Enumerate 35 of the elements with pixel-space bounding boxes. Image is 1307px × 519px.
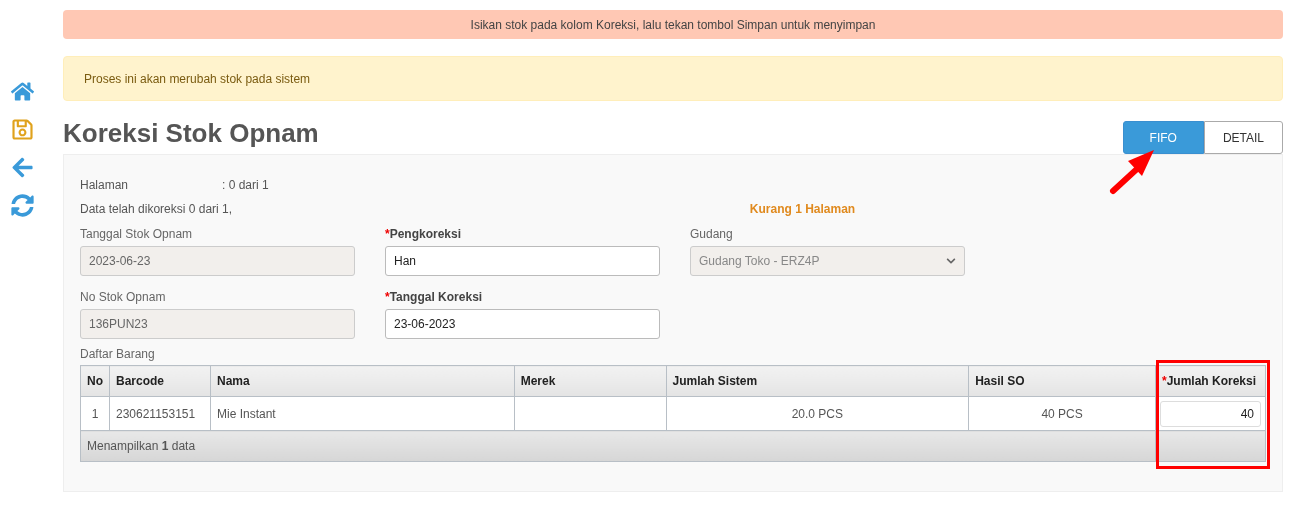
- arrow-left-icon[interactable]: [11, 156, 34, 179]
- home-icon[interactable]: [11, 80, 34, 103]
- column-header: Barcode: [109, 365, 211, 397]
- progress-text: Data telah dikoreksi 0 dari 1,: [80, 202, 233, 216]
- text-field[interactable]: 2023-06-23: [80, 246, 355, 276]
- chevron-down-icon: [946, 256, 956, 266]
- field-label: Tanggal Stok Opnam: [80, 225, 194, 243]
- column-header: Nama: [210, 365, 515, 397]
- field-label: Gudang: [690, 225, 734, 243]
- field-label: No Stok Opnam: [80, 288, 167, 306]
- page-title: Koreksi Stok Opnam: [63, 118, 319, 149]
- column-header: No: [80, 365, 110, 397]
- text-field[interactable]: 23-06-2023: [385, 309, 660, 339]
- table-footer: Menampilkan 1 data: [80, 430, 1156, 462]
- refresh-icon[interactable]: [11, 194, 34, 217]
- text-field[interactable]: Han: [385, 246, 660, 276]
- table-cell: 20.0 PCS: [666, 396, 969, 431]
- text-field[interactable]: 136PUN23: [80, 309, 355, 339]
- table-caption: Daftar Barang: [80, 347, 156, 361]
- column-header: Jumlah Sistem: [666, 365, 969, 397]
- warning-alert: Proses ini akan merubah stok pada sistem: [63, 56, 1283, 101]
- table-cell: 1: [80, 396, 110, 431]
- quantity-input[interactable]: 40: [1160, 400, 1261, 427]
- notice-banner: Isikan stok pada kolom Koreksi, lalu tekan tombol Simpan untuk menyimpan: [63, 10, 1283, 39]
- warning-text: Kurang 1 Halaman: [749, 202, 856, 216]
- table-cell: 40 PCS: [968, 396, 1156, 431]
- table-cell: Mie Instant: [210, 396, 515, 431]
- column-header: Merek: [514, 365, 666, 397]
- field-label: *Pengkoreksi: [385, 225, 463, 243]
- view-tab[interactable]: DETAIL: [1203, 121, 1283, 154]
- table-cell: 230621153151: [109, 396, 211, 431]
- page-value: : 0 dari 1: [222, 178, 269, 192]
- field-label: *Tanggal Koreksi: [385, 288, 484, 306]
- column-header: Hasil SO: [968, 365, 1156, 397]
- page-label: Halaman: [80, 178, 130, 192]
